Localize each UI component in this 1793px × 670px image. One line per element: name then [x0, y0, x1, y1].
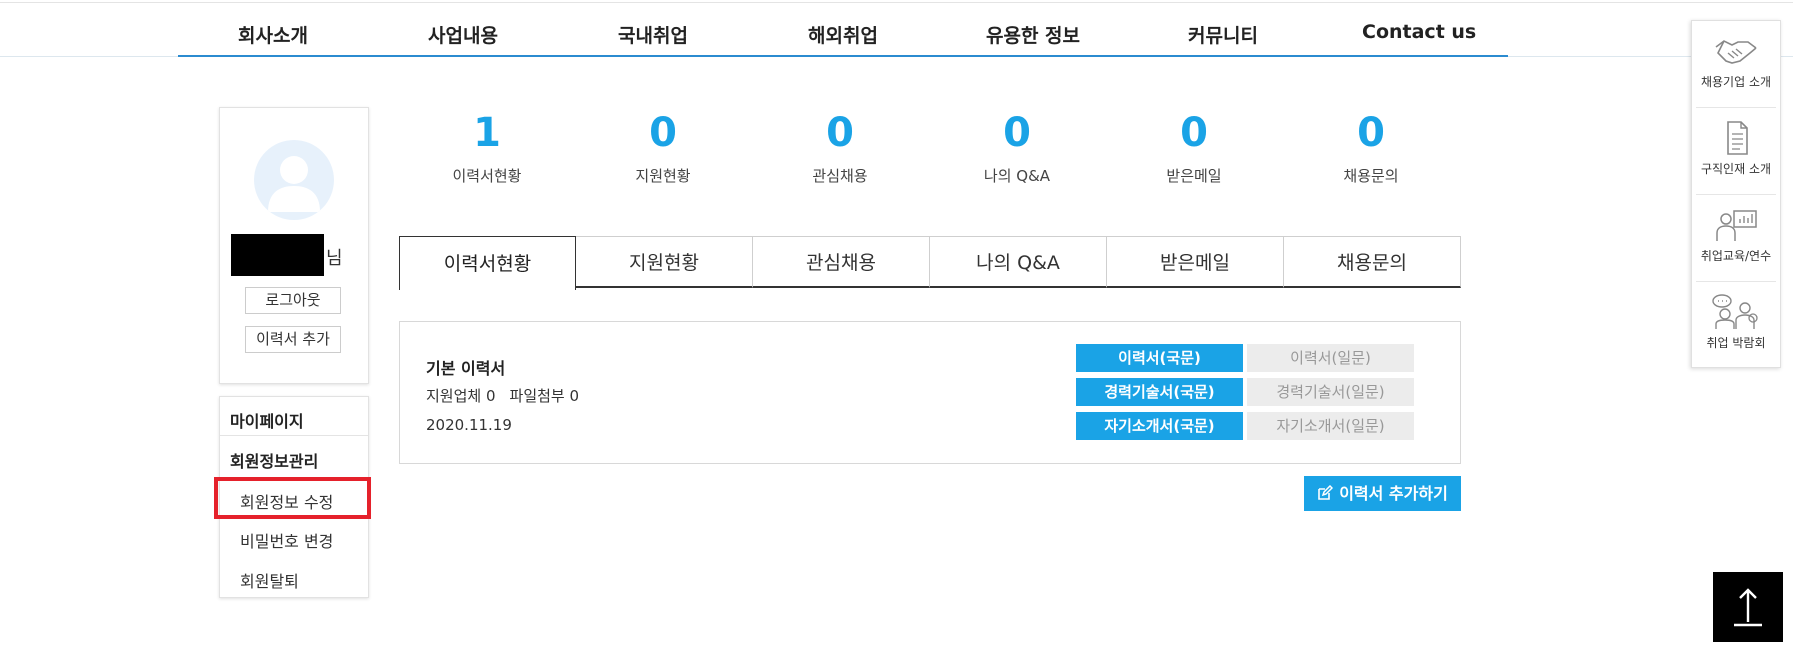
user-silhouette-icon — [268, 156, 320, 212]
menu-mypage[interactable]: 마이페이지 — [230, 408, 304, 432]
stat-label: 지원현황 — [635, 167, 691, 185]
career-kr-button[interactable]: 경력기술서(국문) — [1076, 378, 1243, 406]
intro-kr-button[interactable]: 자기소개서(국문) — [1076, 412, 1243, 440]
quick-label: 구직인재 소개 — [1700, 162, 1772, 176]
menu-member-info[interactable]: 회원정보관리 — [230, 448, 318, 472]
tab-inquiry[interactable]: 채용문의 — [1284, 236, 1461, 288]
document-icon — [1727, 121, 1748, 155]
tab-interest[interactable]: 관심채용 — [753, 236, 930, 288]
quick-menu: 채용기업 소개 구직인재 소개 취업교육/연수 취업 박람회 — [1691, 20, 1781, 368]
resume-title[interactable]: 기본 이력서 — [426, 355, 505, 379]
stat-qna[interactable]: 0 나의 Q&A — [929, 108, 1105, 186]
nav-business[interactable]: 사업내용 — [428, 21, 498, 48]
arrow-up-icon — [1734, 588, 1762, 627]
nav-community[interactable]: 커뮤니티 — [1188, 21, 1258, 48]
username-redacted — [231, 234, 324, 276]
username-suffix: 님 — [326, 248, 343, 269]
stat-value: 0 — [649, 110, 677, 156]
career-jp-button[interactable]: 경력기술서(일문) — [1247, 378, 1414, 406]
stat-value: 0 — [1180, 110, 1208, 156]
stat-label: 관심채용 — [812, 167, 868, 185]
quick-education[interactable]: 취업교육/연수 — [1692, 195, 1780, 281]
stat-interest[interactable]: 0 관심채용 — [752, 108, 928, 186]
tab-bar: 이력서현황 지원현황 관심채용 나의 Q&A 받은메일 채용문의 — [399, 236, 1461, 290]
tab-applications[interactable]: 지원현황 — [576, 236, 753, 288]
quick-talent-intro[interactable]: 구직인재 소개 — [1692, 108, 1780, 194]
quick-job-fair[interactable]: 취업 박람회 — [1692, 282, 1780, 368]
add-resume-button[interactable]: 이력서 추가하기 — [1304, 476, 1461, 511]
resume-card: 기본 이력서 지원업체 0 파일첨부 0 2020.11.19 이력서(국문) 이… — [399, 321, 1461, 464]
resume-jp-button[interactable]: 이력서(일문) — [1247, 344, 1414, 372]
nav-useful-info[interactable]: 유용한 정보 — [986, 21, 1080, 48]
quick-label: 취업 박람회 — [1706, 336, 1766, 350]
resume-kr-button[interactable]: 이력서(국문) — [1076, 344, 1243, 372]
stat-value: 0 — [1003, 110, 1031, 156]
add-resume-small-button[interactable]: 이력서 추가 — [245, 326, 341, 353]
stat-value: 0 — [826, 110, 854, 156]
stat-value: 1 — [473, 110, 501, 156]
applied-count: 지원업체 0 — [426, 387, 496, 405]
handshake-icon — [1715, 40, 1757, 64]
stat-mail[interactable]: 0 받은메일 — [1106, 108, 1282, 186]
stat-resume[interactable]: 1 이력서현황 — [399, 108, 575, 186]
resume-date: 2020.11.19 — [426, 416, 512, 434]
resume-meta: 지원업체 0 파일첨부 0 — [426, 385, 593, 406]
stat-value: 0 — [1357, 110, 1385, 156]
nav-overseas-jobs[interactable]: 해외취업 — [808, 21, 878, 48]
main-nav: 회사소개 사업내용 국내취업 해외취업 유용한 정보 커뮤니티 Contact … — [0, 3, 1793, 57]
edit-icon — [1318, 484, 1334, 500]
stat-applications[interactable]: 0 지원현황 — [575, 108, 751, 186]
nav-domestic-jobs[interactable]: 국내취업 — [618, 21, 688, 48]
quick-company-intro[interactable]: 채용기업 소개 — [1692, 21, 1780, 107]
stat-label: 받은메일 — [1166, 167, 1222, 185]
profile-card: 님 로그아웃 이력서 추가 — [219, 107, 369, 384]
tab-mail[interactable]: 받은메일 — [1107, 236, 1284, 288]
people-chat-icon — [1712, 294, 1758, 329]
nav-accent-line — [178, 55, 1508, 57]
tab-qna[interactable]: 나의 Q&A — [930, 236, 1107, 288]
tab-resume[interactable]: 이력서현황 — [399, 236, 576, 290]
attach-count: 파일첨부 0 — [509, 387, 580, 405]
stat-label: 나의 Q&A — [983, 167, 1051, 185]
menu-withdraw[interactable]: 회원탈퇴 — [240, 568, 299, 592]
nav-contact[interactable]: Contact us — [1362, 21, 1476, 43]
scroll-top-button[interactable] — [1713, 572, 1783, 642]
highlight-box — [214, 477, 371, 519]
logout-button[interactable]: 로그아웃 — [245, 287, 341, 314]
menu-divider — [220, 435, 368, 436]
nav-company[interactable]: 회사소개 — [238, 21, 308, 48]
avatar — [254, 140, 334, 220]
quick-label: 취업교육/연수 — [1700, 249, 1772, 263]
stat-label: 이력서현황 — [452, 167, 522, 185]
add-resume-label: 이력서 추가하기 — [1339, 484, 1448, 503]
stat-inquiry[interactable]: 0 채용문의 — [1283, 108, 1459, 186]
stat-label: 채용문의 — [1343, 167, 1399, 185]
quick-label: 채용기업 소개 — [1700, 75, 1772, 89]
presentation-icon — [1716, 210, 1757, 241]
menu-change-password[interactable]: 비밀번호 변경 — [240, 528, 333, 552]
intro-jp-button[interactable]: 자기소개서(일문) — [1247, 412, 1414, 440]
